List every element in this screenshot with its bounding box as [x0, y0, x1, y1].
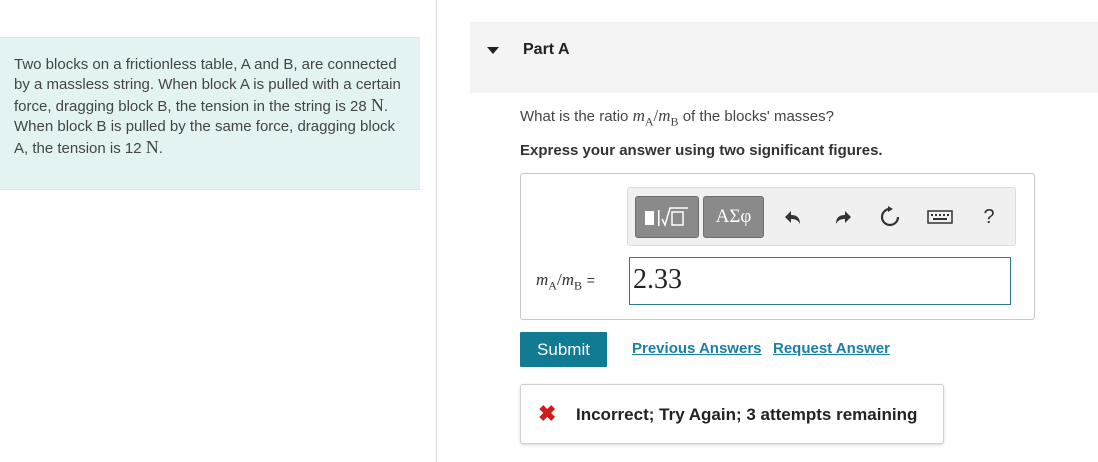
unit-newton-2: N: [145, 137, 159, 157]
templates-button[interactable]: [635, 196, 699, 238]
feedback-text: Incorrect; Try Again; 3 attempts remaini…: [576, 405, 918, 424]
problem-statement: Two blocks on a frictionless table, A an…: [0, 37, 420, 190]
answer-area: ΑΣφ ? mA/mB = 2.33: [520, 173, 1035, 320]
part-title: Part A: [523, 41, 570, 58]
feedback-box: ✖ Incorrect; Try Again; 3 attempts remai…: [520, 384, 944, 444]
question-text: What is the ratio mA/mB of the blocks' m…: [520, 106, 834, 129]
answer-label: mA/mB =: [536, 270, 595, 293]
answer-input[interactable]: 2.33: [629, 257, 1011, 305]
reset-icon[interactable]: [877, 204, 903, 230]
collapse-caret-icon[interactable]: [487, 47, 499, 54]
part-header[interactable]: Part A: [470, 22, 1098, 93]
question-prefix: What is the ratio: [520, 108, 629, 125]
previous-answers-link[interactable]: Previous Answers: [632, 340, 762, 357]
ratio-expression: mA/mB: [632, 106, 679, 129]
submit-button[interactable]: Submit: [520, 332, 607, 367]
templates-icon: [645, 207, 688, 228]
help-button[interactable]: ?: [976, 204, 1002, 230]
problem-panel: Two blocks on a frictionless table, A an…: [0, 0, 437, 462]
symbols-button[interactable]: ΑΣφ: [703, 196, 764, 238]
problem-text-1: Two blocks on a frictionless table, A an…: [14, 56, 401, 115]
question-suffix: of the blocks' masses?: [682, 108, 834, 125]
math-toolbar: ΑΣφ ?: [627, 187, 1016, 246]
redo-icon[interactable]: [829, 204, 855, 230]
instruction-text: Express your answer using two significan…: [520, 142, 883, 159]
undo-icon[interactable]: [781, 204, 807, 230]
keyboard-icon[interactable]: [925, 204, 955, 230]
request-answer-link[interactable]: Request Answer: [773, 340, 890, 357]
incorrect-x-icon: ✖: [538, 401, 557, 426]
unit-newton-1: N: [370, 95, 384, 115]
problem-text-3: .: [158, 140, 163, 157]
